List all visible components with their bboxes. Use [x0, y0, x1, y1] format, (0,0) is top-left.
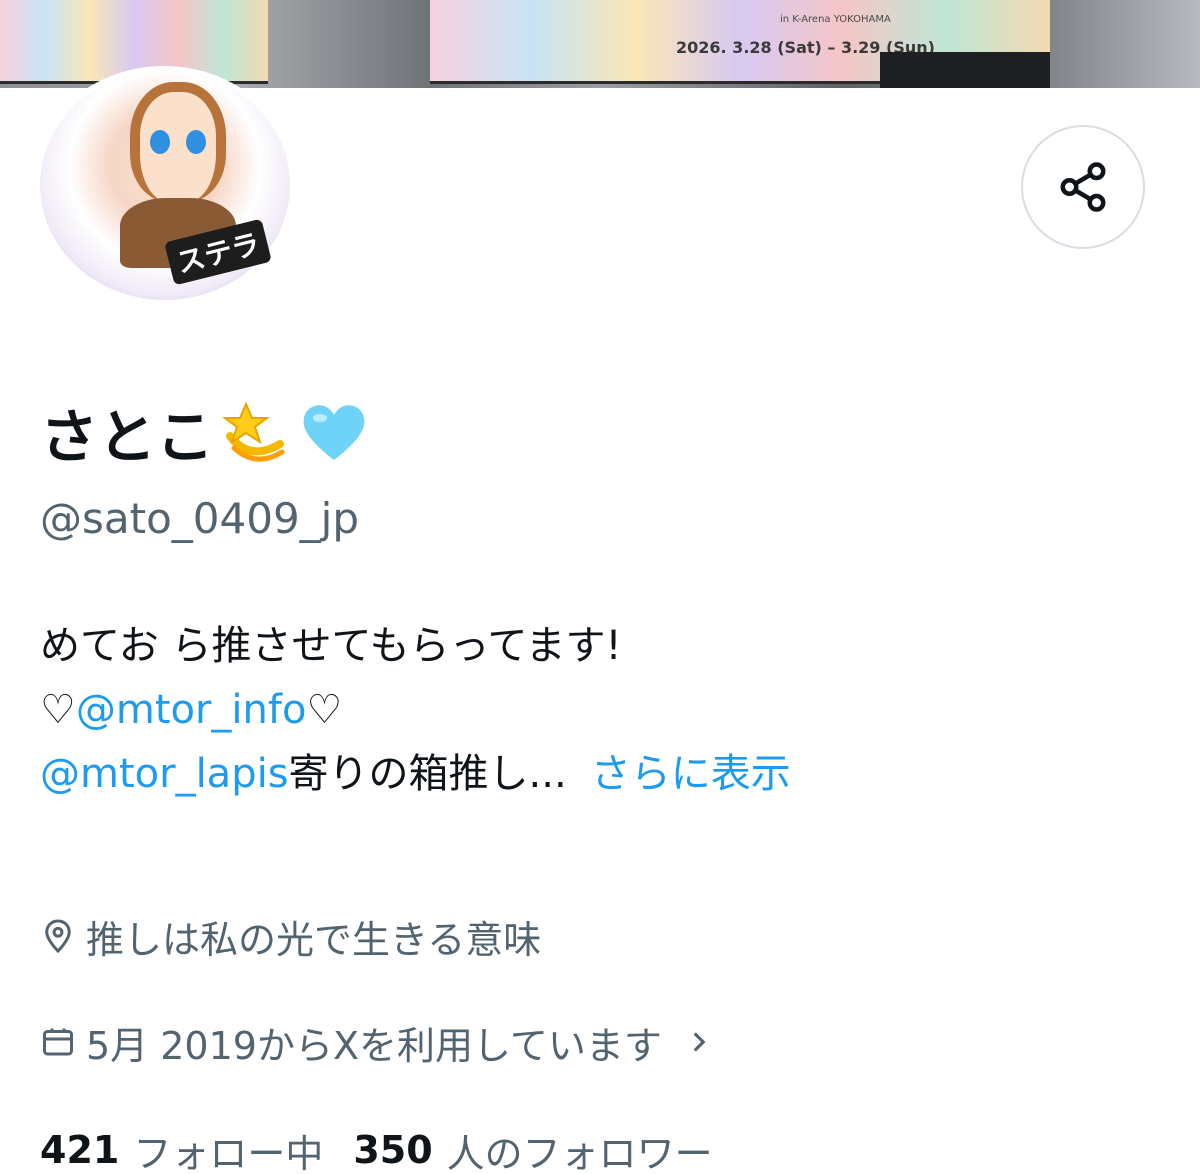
light-blue-heart-emoji: [298, 396, 370, 468]
location-text: 推しは私の光で生きる意味: [86, 917, 542, 962]
bio-line-1: めてお ら推させてもらってます!: [40, 623, 622, 669]
heart-symbol: ♡: [306, 687, 343, 733]
followers-count[interactable]: 350: [353, 1128, 432, 1172]
following-count[interactable]: 421: [40, 1128, 119, 1172]
following-label[interactable]: フォロー中: [133, 1123, 323, 1174]
banner-poster-subtitle: in K-Arena YOKOHAMA: [780, 14, 891, 25]
joined-text: 5月 2019からXを利用しています: [86, 1023, 662, 1068]
share-button[interactable]: [1021, 125, 1145, 249]
dizzy-star-emoji: [220, 396, 292, 468]
profile-stats: 421 フォロー中 350 人のフォロワー: [40, 1120, 729, 1174]
location-pin-icon: [45, 919, 71, 954]
banner-door: [880, 52, 1050, 88]
avatar-eye-left: [150, 130, 170, 154]
profile-handle: @sato_0409_jp: [40, 494, 359, 543]
profile-location: 推しは私の光で生きる意味: [40, 906, 541, 966]
profile-joined-date[interactable]: 5月 2019からXを利用しています: [40, 1012, 716, 1072]
show-more-link[interactable]: さらに表示: [591, 751, 791, 797]
mention-link[interactable]: @mtor_lapis: [40, 751, 289, 797]
chevron-right-icon: [693, 1032, 706, 1052]
mention-link[interactable]: @mtor_info: [76, 687, 307, 733]
share-icon: [1060, 162, 1106, 212]
display-name-text: さとこ: [40, 403, 215, 471]
bio-line-2: ♡@mtor_info♡: [40, 678, 791, 742]
calendar-icon: [43, 1028, 73, 1056]
avatar-eye-right: [186, 130, 206, 154]
bio-line-3: @mtor_lapis寄りの箱推し... さらに表示: [40, 742, 791, 806]
avatar-face: [130, 82, 226, 202]
profile-bio: めてお ら推させてもらってます! ♡@mtor_info♡ @mtor_lapi…: [40, 614, 791, 806]
heart-symbol: ♡: [40, 687, 76, 733]
followers-label[interactable]: 人のフォロワー: [447, 1123, 713, 1174]
display-name: さとこ: [40, 392, 370, 472]
bio-text: 寄りの箱推し...: [288, 751, 567, 797]
